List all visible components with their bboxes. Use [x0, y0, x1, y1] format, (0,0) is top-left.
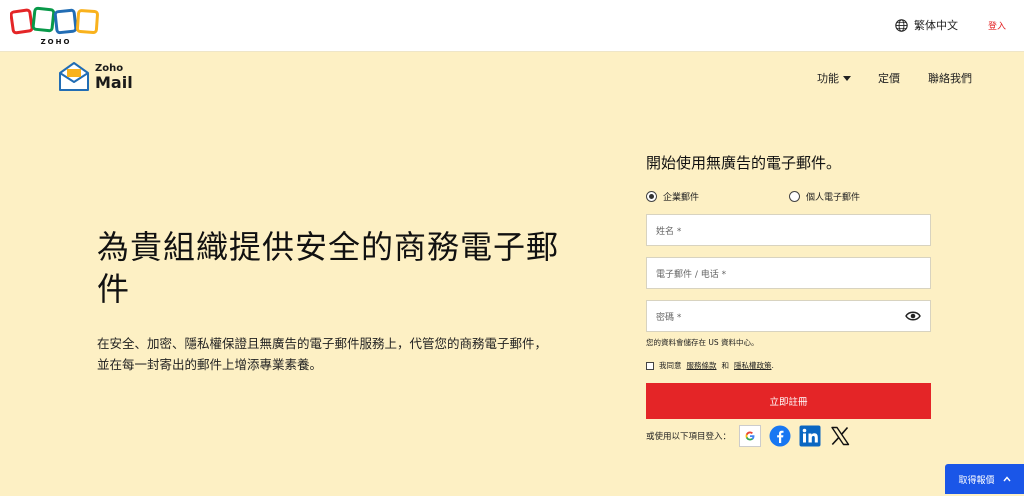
nav-contact[interactable]: 聯絡我們	[928, 70, 972, 86]
get-quote-button[interactable]: 取得報價	[945, 464, 1024, 494]
nav-pricing[interactable]: 定價	[878, 70, 900, 86]
globe-icon	[895, 18, 908, 32]
chevron-down-icon	[843, 75, 851, 81]
email-placeholder: 電子郵件 / 电话 *	[656, 269, 727, 280]
social-login-row: 或使用以下項目登入：	[646, 425, 851, 447]
zoho-mail-logo[interactable]: Zoho Mail	[57, 60, 133, 94]
mail-envelope-logo	[59, 62, 89, 91]
password-placeholder: 密碼 *	[656, 312, 682, 323]
top-bar: ZOHO 繁体中文 登入	[0, 0, 1024, 52]
agree-suffix: .	[771, 361, 774, 370]
signup-button[interactable]: 立即註冊	[646, 383, 931, 419]
google-icon	[745, 431, 755, 441]
login-link[interactable]: 登入	[988, 19, 1006, 32]
x-signin-button[interactable]	[829, 425, 851, 447]
email-phone-field[interactable]: 電子郵件 / 电话 *	[646, 257, 931, 289]
signup-title: 開始使用無廣告的電子郵件。	[646, 154, 842, 172]
svg-text:ZOHO: ZOHO	[41, 38, 72, 46]
eye-icon[interactable]	[905, 310, 921, 322]
radio-business-mail[interactable]: 企業郵件	[646, 190, 699, 203]
radio-selected-icon	[646, 191, 657, 202]
radio-business-label: 企業郵件	[663, 193, 700, 203]
agree-and: 和	[721, 361, 730, 370]
google-signin-button[interactable]	[739, 425, 762, 447]
facebook-icon	[769, 425, 791, 447]
hero-description: 在安全、加密、隱私權保證且無廣告的電子郵件服務上，代管您的商務電子郵件，並在每一…	[97, 336, 548, 372]
get-quote-label: 取得報價	[958, 475, 995, 486]
language-selector[interactable]: 繁体中文	[895, 17, 958, 33]
terms-agreement: 我同意 服務條款 和 隱私權政策.	[646, 360, 774, 371]
facebook-signin-button[interactable]	[769, 425, 791, 447]
linkedin-signin-button[interactable]	[799, 425, 821, 447]
data-storage-note: 您的資料會儲存在 US 資料中心。	[646, 338, 759, 347]
x-icon	[831, 426, 850, 446]
radio-personal-label: 個人電子郵件	[806, 193, 861, 203]
privacy-policy-link[interactable]: 隱私權政策	[734, 360, 772, 371]
linkedin-icon	[799, 425, 821, 447]
zoho-logo[interactable]: ZOHO	[10, 6, 102, 46]
terms-checkbox[interactable]	[646, 361, 654, 370]
social-login-label: 或使用以下項目登入：	[646, 432, 732, 442]
hero-title: 為貴組織提供安全的商務電子郵件	[97, 228, 560, 308]
name-placeholder: 姓名 *	[656, 226, 682, 237]
nav-features[interactable]: 功能	[817, 70, 851, 86]
brand-mail-text: Mail	[95, 72, 133, 92]
name-field[interactable]: 姓名 *	[646, 214, 931, 246]
nav-features-label: 功能	[817, 72, 839, 85]
radio-personal-mail[interactable]: 個人電子郵件	[789, 190, 860, 203]
language-label: 繁体中文	[914, 19, 958, 32]
chevron-up-icon	[1002, 476, 1011, 482]
radio-unselected-icon	[789, 191, 800, 202]
terms-of-service-link[interactable]: 服務條款	[687, 360, 717, 371]
agree-prefix: 我同意	[659, 361, 682, 370]
password-field[interactable]: 密碼 *	[646, 300, 931, 332]
brand-zoho-text: Zoho	[95, 62, 124, 74]
